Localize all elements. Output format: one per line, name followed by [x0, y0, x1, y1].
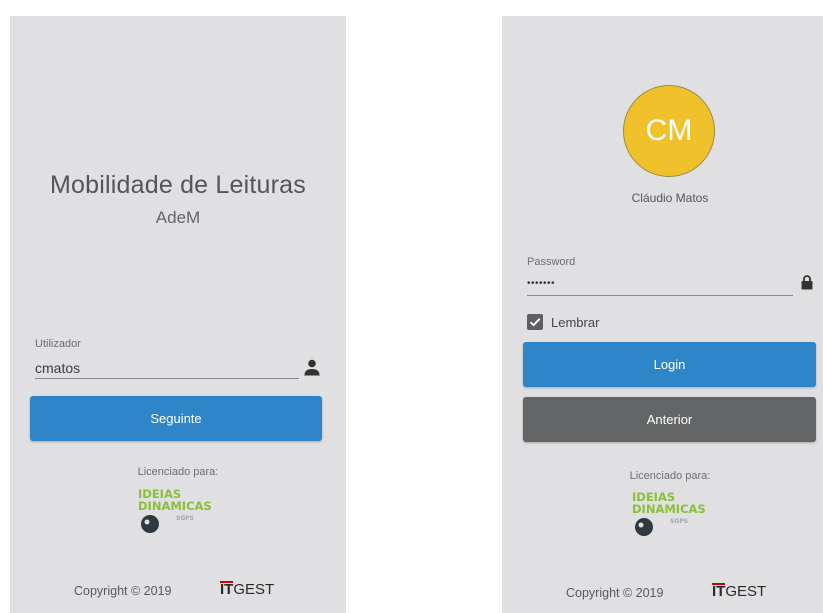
- login-password-screen: CM Cláudio Matos Password ••••••• Lembra…: [502, 16, 823, 613]
- password-input[interactable]: •••••••: [527, 278, 555, 289]
- app-title: Mobilidade de Leituras: [50, 171, 306, 199]
- checkmark-icon: [529, 318, 541, 327]
- copyright-text: Copyright © 2019: [566, 586, 664, 600]
- login-button[interactable]: Login: [523, 342, 816, 387]
- username-label: Utilizador: [35, 338, 81, 350]
- login-username-screen: Mobilidade de Leituras AdeM Utilizador c…: [10, 16, 346, 613]
- previous-button[interactable]: Anterior: [523, 397, 816, 442]
- lock-icon: [801, 275, 813, 290]
- ideias-dinamicas-logo: IDEIAS DINAMICAS SGPS: [138, 488, 218, 538]
- next-button[interactable]: Seguinte: [30, 396, 322, 441]
- itgest-logo: ITGEST: [220, 581, 275, 598]
- copyright-text: Copyright © 2019: [74, 584, 172, 598]
- licensed-label: Licenciado para:: [629, 470, 711, 482]
- user-name: Cláudio Matos: [631, 191, 709, 205]
- password-label: Password: [527, 256, 576, 268]
- licensed-label: Licenciado para:: [137, 466, 219, 478]
- user-avatar: CM: [623, 85, 715, 177]
- ideias-dinamicas-logo: IDEIAS DINAMICAS SGPS: [632, 491, 712, 541]
- username-input[interactable]: cmatos: [35, 360, 80, 376]
- remember-checkbox[interactable]: [527, 314, 543, 330]
- password-underline: [527, 295, 793, 296]
- username-underline: [35, 378, 299, 379]
- person-icon: [304, 359, 320, 376]
- itgest-logo: ITGEST: [712, 583, 767, 600]
- remember-label[interactable]: Lembrar: [551, 315, 599, 330]
- app-subtitle: AdeM: [155, 208, 201, 227]
